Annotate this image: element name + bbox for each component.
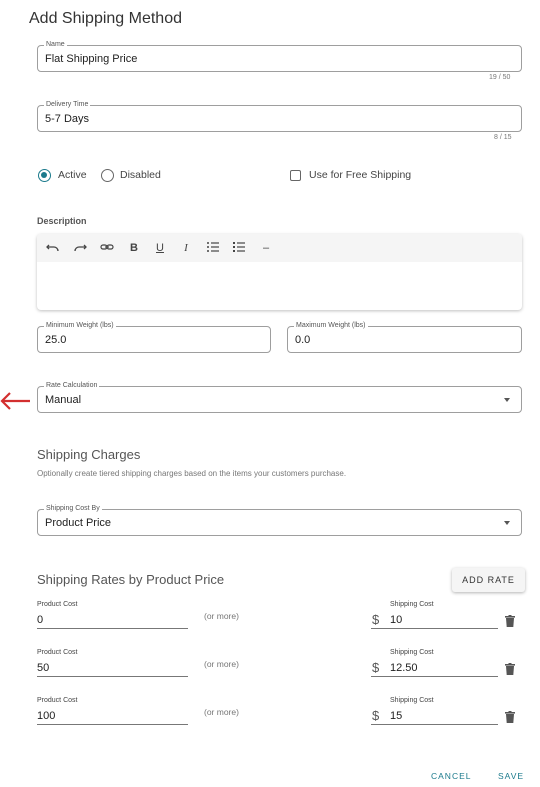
- or-more-text: (or more): [204, 611, 239, 621]
- shipping-cost-by-label: Shipping Cost By: [44, 504, 102, 514]
- annotation-arrow-icon: [0, 392, 30, 410]
- free-shipping-checkbox[interactable]: [290, 170, 301, 181]
- shipping-cost-label: Shipping Cost: [390, 697, 434, 704]
- min-weight-label: Minimum Weight (lbs): [44, 321, 116, 331]
- link-icon[interactable]: [99, 240, 115, 256]
- product-cost-value[interactable]: 100: [37, 710, 55, 722]
- product-cost-label: Product Cost: [37, 697, 78, 704]
- name-field-label: Name: [44, 40, 67, 50]
- shipping-cost-label: Shipping Cost: [390, 649, 434, 656]
- italic-icon[interactable]: I: [178, 240, 194, 256]
- shipping-charges-subtitle: Optionally create tiered shipping charge…: [37, 469, 347, 478]
- delete-icon[interactable]: [505, 663, 515, 675]
- product-cost-field[interactable]: Product Cost 50: [37, 649, 188, 677]
- disabled-radio-label[interactable]: Disabled: [120, 169, 161, 181]
- bullet-list-icon[interactable]: [205, 240, 221, 256]
- editor-toolbar: B U I –: [37, 234, 522, 262]
- rate-calculation-value[interactable]: Manual: [45, 394, 81, 406]
- product-cost-field[interactable]: Product Cost 100: [37, 697, 188, 725]
- shipping-cost-value[interactable]: 10: [390, 614, 402, 626]
- max-weight-label: Maximum Weight (lbs): [294, 321, 368, 331]
- shipping-cost-value[interactable]: 15: [390, 710, 402, 722]
- name-char-counter: 19 / 50: [489, 74, 511, 81]
- product-cost-value[interactable]: 0: [37, 614, 43, 626]
- shipping-cost-field[interactable]: $ Shipping Cost 10: [371, 601, 498, 629]
- shipping-cost-by-select[interactable]: Shipping Cost By Product Price: [37, 504, 522, 536]
- or-more-text: (or more): [204, 659, 239, 669]
- rate-calculation-select[interactable]: Rate Calculation Manual: [37, 381, 522, 413]
- delete-icon[interactable]: [505, 711, 515, 723]
- horizontal-rule-icon[interactable]: –: [258, 240, 274, 256]
- rate-calculation-label: Rate Calculation: [44, 381, 100, 391]
- shipping-cost-value[interactable]: 12.50: [390, 662, 418, 674]
- product-cost-field[interactable]: Product Cost 0: [37, 601, 188, 629]
- or-more-text: (or more): [204, 707, 239, 717]
- dollar-icon: $: [372, 660, 380, 675]
- numbered-list-icon[interactable]: [231, 240, 247, 256]
- description-editor[interactable]: B U I –: [37, 234, 522, 310]
- bold-icon[interactable]: B: [126, 240, 142, 256]
- shipping-cost-field[interactable]: $ Shipping Cost 12.50: [371, 649, 498, 677]
- min-weight-value[interactable]: 25.0: [45, 334, 66, 346]
- underline-icon[interactable]: U: [152, 240, 168, 256]
- undo-icon[interactable]: [45, 240, 61, 256]
- delivery-time-field[interactable]: Delivery Time 5-7 Days: [37, 100, 522, 132]
- redo-icon[interactable]: [72, 240, 88, 256]
- free-shipping-label[interactable]: Use for Free Shipping: [309, 169, 411, 181]
- active-radio[interactable]: [38, 169, 51, 182]
- delivery-time-value[interactable]: 5-7 Days: [45, 113, 89, 125]
- cancel-button[interactable]: CANCEL: [431, 771, 471, 781]
- add-rate-button[interactable]: ADD RATE: [452, 568, 525, 592]
- delete-icon[interactable]: [505, 615, 515, 627]
- product-cost-label: Product Cost: [37, 649, 78, 656]
- disabled-radio[interactable]: [101, 169, 114, 182]
- dollar-icon: $: [372, 708, 380, 723]
- name-field[interactable]: Name Flat Shipping Price: [37, 40, 522, 72]
- shipping-rates-heading: Shipping Rates by Product Price: [37, 572, 225, 587]
- shipping-cost-by-value[interactable]: Product Price: [45, 517, 111, 529]
- shipping-cost-field[interactable]: $ Shipping Cost 15: [371, 697, 498, 725]
- save-button[interactable]: SAVE: [498, 771, 524, 781]
- active-radio-label[interactable]: Active: [58, 169, 87, 181]
- delivery-time-label: Delivery Time: [44, 100, 91, 110]
- shipping-cost-label: Shipping Cost: [390, 601, 434, 608]
- dialog-title: Add Shipping Method: [29, 10, 182, 27]
- min-weight-field[interactable]: Minimum Weight (lbs) 25.0: [37, 321, 271, 353]
- chevron-down-icon[interactable]: [504, 521, 510, 525]
- dollar-icon: $: [372, 612, 380, 627]
- max-weight-field[interactable]: Maximum Weight (lbs) 0.0: [287, 321, 522, 353]
- max-weight-value[interactable]: 0.0: [295, 334, 310, 346]
- description-label: Description: [37, 216, 87, 226]
- chevron-down-icon[interactable]: [504, 398, 510, 402]
- product-cost-value[interactable]: 50: [37, 662, 49, 674]
- shipping-charges-heading: Shipping Charges: [37, 447, 141, 462]
- name-field-value[interactable]: Flat Shipping Price: [45, 53, 137, 65]
- delivery-char-counter: 8 / 15: [494, 134, 512, 141]
- product-cost-label: Product Cost: [37, 601, 78, 608]
